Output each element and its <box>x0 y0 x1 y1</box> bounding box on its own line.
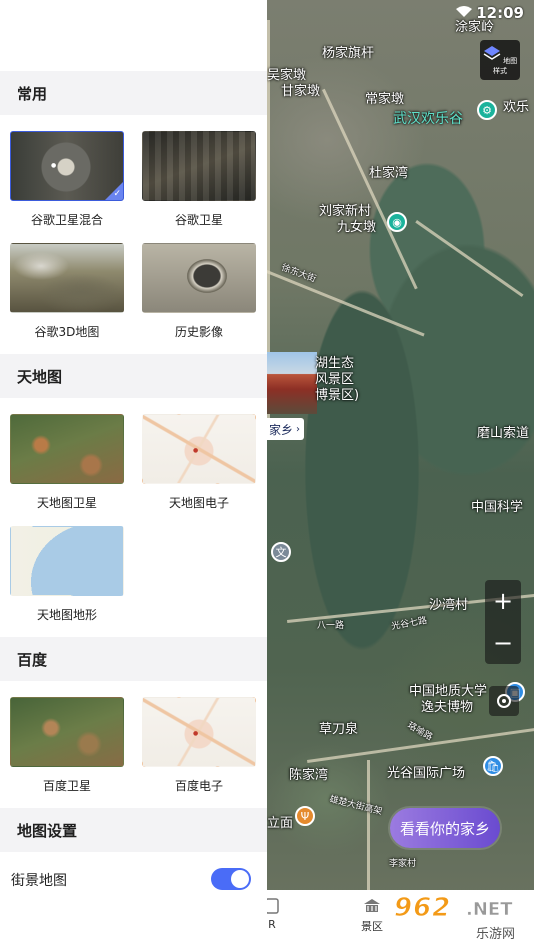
tile-historical-imagery[interactable]: 历史影像 <box>142 243 256 340</box>
tile-thumbnail: ● <box>142 414 256 484</box>
road <box>267 270 425 337</box>
text-poi-icon[interactable]: 文 <box>271 542 291 562</box>
section-title: 地图设置 <box>17 822 78 840</box>
hometown-chip[interactable]: 家乡 › <box>267 418 305 440</box>
map-label: 湖生态 风景区 博景区) <box>315 356 360 403</box>
map-label: 陈家湾 <box>289 768 329 783</box>
tile-tianditu-satellite[interactable]: 天地图卫星 <box>10 414 124 511</box>
satellite-map[interactable]: 12:09 涂家岭 杨家旗杆 吴家墩 甘家墩 常家墩 武汉欢乐谷 ⚙ 欢乐 杜家… <box>267 0 534 949</box>
tile-thumbnail <box>142 131 256 201</box>
map-label: 甘家墩 <box>281 84 321 99</box>
map-label: 立面 <box>267 816 294 831</box>
map-label: 光谷七路 <box>390 615 428 633</box>
tile-baidu-satellite[interactable]: 百度卫星 <box>10 697 124 794</box>
map-label: 九女墩 <box>337 220 377 235</box>
tile-thumbnail <box>10 526 124 596</box>
section-title: 常用 <box>17 85 48 103</box>
section-header-settings: 地图设置 <box>0 808 267 852</box>
tile-label: 百度卫星 <box>42 779 91 793</box>
map-label: 中国科学 <box>471 500 524 515</box>
tile-thumbnail: ● <box>142 697 256 767</box>
map-label: 逸夫博物 <box>421 700 474 715</box>
chevron-right-icon: › <box>296 423 301 435</box>
hometown-chip-label: 家乡 <box>269 422 294 437</box>
watermark-site: 乐游网 <box>474 923 518 942</box>
tile-label: 百度电子 <box>174 779 223 793</box>
map-label: 珞喻路 <box>405 720 434 743</box>
tile-label: 天地图卫星 <box>36 496 97 510</box>
map-style-button[interactable]: 地图样式 <box>480 40 520 80</box>
watermark-net: .NET <box>466 899 513 921</box>
nav-item-scenic[interactable]: 景区 <box>347 896 397 934</box>
tile-thumbnail <box>10 243 124 313</box>
zoom-controls: + − <box>485 580 521 664</box>
ar-icon <box>267 898 279 914</box>
tile-thumbnail <box>10 697 124 767</box>
restaurant-poi-icon[interactable]: Ψ <box>295 806 315 826</box>
shopping-poi-icon[interactable]: 🛍 <box>483 756 503 776</box>
map-label: 八一路 <box>317 621 345 631</box>
landmark-icon <box>364 899 380 912</box>
tile-tianditu-vector[interactable]: ● 天地图电子 <box>142 414 256 511</box>
zoom-in-button[interactable]: + <box>485 580 521 622</box>
tile-google-satellite[interactable]: 谷歌卫星 <box>142 131 256 228</box>
tile-tianditu-terrain[interactable]: 天地图地形 <box>10 526 124 623</box>
marker-icon: ● <box>193 730 199 737</box>
marker-icon: ● <box>51 162 57 169</box>
toggle-knob <box>231 870 249 888</box>
map-label: 李家村 <box>389 859 417 869</box>
marker-icon: ● <box>193 447 199 454</box>
street-view-toggle[interactable] <box>211 868 251 890</box>
tile-thumbnail <box>142 243 256 313</box>
map-label: 光谷国际广场 <box>387 766 466 781</box>
watermark-logo: 962 .NET 乐游网 <box>393 893 534 945</box>
road <box>415 220 524 298</box>
watermark-number: 962 <box>393 893 452 924</box>
tile-thumbnail: ● ✓ <box>10 131 124 201</box>
map-label: 杨家旗杆 <box>322 46 375 61</box>
tile-label: 历史影像 <box>174 325 223 339</box>
section-header-tianditu: 天地图 <box>0 354 267 398</box>
section-header-common: 常用 <box>0 71 267 115</box>
nav-item-label: 景区 <box>361 920 383 933</box>
amusement-park-poi-icon[interactable]: ⚙ <box>477 100 497 120</box>
map-label: 常家墩 <box>365 92 405 107</box>
tile-thumbnail <box>10 414 124 484</box>
map-label: 草刀泉 <box>319 722 359 737</box>
street-view-row: 街景地图 <box>0 853 267 905</box>
section-title: 百度 <box>17 651 48 669</box>
map-source-drawer: 常用 ● ✓ 谷歌卫星混合 谷歌卫星 谷歌3D地图 历史影像 天地图 天地图卫星… <box>0 0 267 949</box>
tile-label: 天地图电子 <box>168 496 229 510</box>
locate-icon <box>497 694 511 708</box>
map-label: 杜家湾 <box>369 166 409 181</box>
tile-label: 谷歌卫星混合 <box>30 213 103 227</box>
nav-item-label: R <box>268 918 276 931</box>
locate-button[interactable] <box>489 686 519 716</box>
street-view-label: 街景地图 <box>11 873 67 889</box>
tile-label: 谷歌3D地图 <box>34 325 100 339</box>
camera-poi-icon[interactable]: ◉ <box>387 212 407 232</box>
check-icon: ✓ <box>113 189 121 199</box>
section-header-baidu: 百度 <box>0 637 267 681</box>
tile-google-hybrid[interactable]: ● ✓ 谷歌卫星混合 <box>10 131 124 228</box>
map-label: 磨山索道 <box>477 426 530 441</box>
tile-label: 谷歌卫星 <box>174 213 223 227</box>
map-label: 欢乐 <box>503 100 530 115</box>
section-title: 天地图 <box>17 368 63 386</box>
road <box>367 760 370 910</box>
zoom-out-button[interactable]: − <box>485 622 521 664</box>
map-label: 武汉欢乐谷 <box>393 111 463 127</box>
layers-icon <box>483 46 501 60</box>
map-label: 沙湾村 <box>429 598 469 613</box>
tile-baidu-vector[interactable]: ● 百度电子 <box>142 697 256 794</box>
tile-label: 天地图地形 <box>36 608 97 622</box>
map-label: 雄楚大街高架 <box>328 794 384 818</box>
nav-item-r[interactable]: R <box>267 896 297 931</box>
tile-google-3d[interactable]: 谷歌3D地图 <box>10 243 124 340</box>
scenic-photo <box>267 352 317 414</box>
map-label: 涂家岭 <box>455 20 495 35</box>
see-hometown-button[interactable]: 看看你的家乡 <box>390 808 500 848</box>
